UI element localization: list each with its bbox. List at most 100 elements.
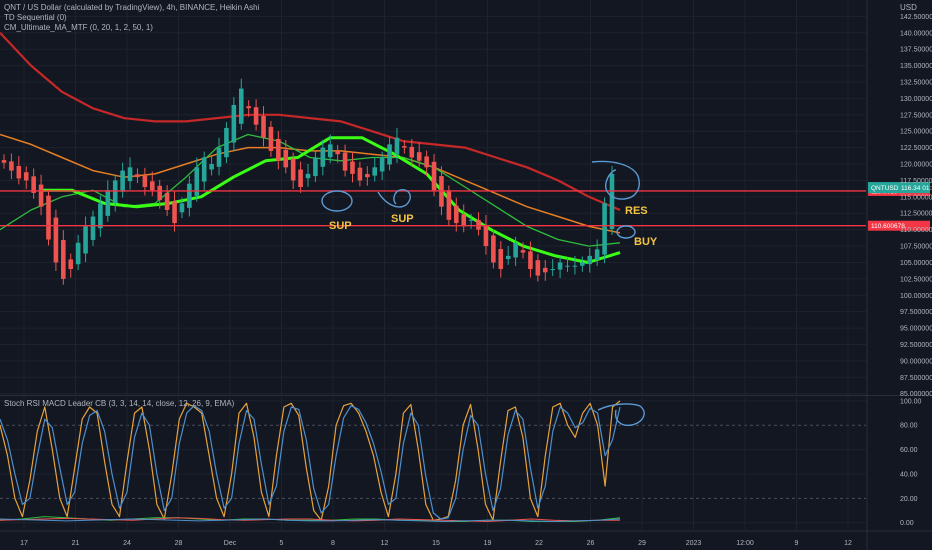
candle-body bbox=[587, 255, 593, 265]
candle-body bbox=[416, 152, 422, 161]
osc-circle[interactable] bbox=[597, 403, 645, 427]
price-tick-label: 112.500000 bbox=[900, 211, 932, 218]
candle-body bbox=[53, 217, 59, 263]
candle-body bbox=[461, 214, 467, 227]
candle-body bbox=[557, 262, 563, 270]
sup-circle-1[interactable] bbox=[321, 190, 353, 212]
price-tick-label: 90.000000 bbox=[900, 358, 932, 365]
candle-body bbox=[335, 150, 340, 155]
last-price-value: 116.34 01:34:54 bbox=[901, 185, 932, 192]
buy-circle[interactable] bbox=[616, 225, 636, 239]
price-tick-label: 87.500000 bbox=[900, 375, 932, 382]
indicator-td-sequential[interactable]: TD Sequential (0) bbox=[4, 13, 67, 22]
candle-body bbox=[149, 181, 155, 191]
candle-body bbox=[528, 251, 533, 270]
candle-body bbox=[216, 147, 222, 167]
candle-body bbox=[16, 166, 22, 179]
osc-tick-label: 80.00 bbox=[900, 423, 918, 430]
price-tick-label: 127.500000 bbox=[900, 112, 932, 119]
candle-body bbox=[446, 191, 452, 220]
candle-body bbox=[409, 146, 415, 158]
price-tick-label: 122.500000 bbox=[900, 145, 932, 152]
candle-body bbox=[276, 138, 281, 161]
time-tick-label: 15 bbox=[432, 540, 440, 547]
candle-body bbox=[498, 248, 504, 270]
time-tick-label: 28 bbox=[175, 540, 183, 547]
candle-body bbox=[327, 144, 333, 158]
oscillator-line bbox=[0, 405, 621, 520]
candle-body bbox=[379, 157, 385, 172]
candle-body bbox=[365, 174, 370, 178]
candles bbox=[1, 78, 615, 285]
candle-body bbox=[290, 158, 296, 181]
candle-body bbox=[572, 265, 578, 267]
candle-body bbox=[142, 175, 148, 188]
candle-body bbox=[61, 240, 66, 279]
osc-tick-label: 40.00 bbox=[900, 471, 918, 478]
candle-body bbox=[602, 203, 607, 255]
price-tick-label: 117.500000 bbox=[900, 178, 932, 185]
osc-tick-label: 60.00 bbox=[900, 447, 918, 454]
time-tick-label: 9 bbox=[795, 540, 799, 547]
time-tick-label: 21 bbox=[72, 540, 80, 547]
osc-tick-label: 0.00 bbox=[900, 520, 914, 527]
osc-tick-label: 100.00 bbox=[900, 398, 922, 405]
candle-body bbox=[350, 161, 355, 174]
price-tick-label: 85.000000 bbox=[900, 391, 932, 398]
price-tick-label: 92.500000 bbox=[900, 342, 932, 349]
candle-body bbox=[320, 147, 326, 167]
candle-body bbox=[83, 226, 88, 254]
sup-hook-2[interactable] bbox=[377, 189, 411, 208]
candle-body bbox=[565, 265, 570, 267]
candle-body bbox=[238, 88, 244, 124]
candle-body bbox=[164, 192, 170, 210]
time-tick-label: Dec bbox=[224, 540, 237, 547]
candle-body bbox=[483, 224, 489, 247]
candle-body bbox=[609, 173, 615, 230]
candle-body bbox=[520, 250, 526, 253]
candle-body bbox=[157, 185, 163, 201]
candle-body bbox=[476, 220, 481, 230]
indicator-stoch-rsi-macd[interactable]: Stoch RSI MACD Leader CB (3, 3, 14, 14, … bbox=[4, 399, 234, 408]
candle-body bbox=[491, 235, 496, 263]
candle-body bbox=[594, 249, 600, 261]
candle-body bbox=[424, 156, 429, 168]
candle-body bbox=[253, 107, 259, 125]
price-axis[interactable]: 142.500000 140.000000 137.500000 135.000000… bbox=[900, 14, 932, 527]
price-tick-label: 97.500000 bbox=[900, 309, 932, 316]
candle-body bbox=[431, 161, 437, 191]
candle-body bbox=[105, 190, 111, 216]
price-tick-label: 142.500000 bbox=[900, 14, 932, 21]
candle-body bbox=[98, 203, 103, 229]
candle-body bbox=[231, 104, 237, 143]
candle-body bbox=[505, 255, 511, 259]
candle-body bbox=[246, 106, 251, 109]
indicator-cm-ultimate-ma[interactable]: CM_Ultimate_MA_MTF (0, 20, 1, 2, 50, 1) bbox=[4, 23, 153, 32]
candle-body bbox=[68, 259, 74, 270]
time-tick-label: 12 bbox=[844, 540, 852, 547]
price-tick-label: 135.000000 bbox=[900, 63, 932, 70]
candle-body bbox=[23, 172, 29, 181]
candle-body bbox=[224, 127, 229, 158]
candle-body bbox=[179, 203, 185, 213]
candle-body bbox=[38, 184, 44, 207]
drawings[interactable]: SUP SUP RES BUY bbox=[321, 160, 658, 427]
time-tick-label: 8 bbox=[331, 540, 335, 547]
chart-title: QNT / US Dollar (calculated by TradingVi… bbox=[4, 3, 260, 12]
candle-body bbox=[342, 152, 348, 171]
price-tick-label: 110.000000 bbox=[900, 227, 932, 234]
candle-body bbox=[535, 260, 541, 276]
time-tick-label: 2023 bbox=[686, 540, 702, 547]
price-tick-label: 95.000000 bbox=[900, 326, 932, 333]
time-axis[interactable]: 17 21 24 28 Dec 5 8 12 15 19 22 26 29 2023 12:00 9 12 bbox=[20, 540, 852, 547]
price-tick-label: 130.000000 bbox=[900, 96, 932, 103]
candle-body bbox=[513, 242, 518, 258]
candle-body bbox=[453, 205, 459, 224]
time-tick-label: 5 bbox=[280, 540, 284, 547]
price-tick-label: 107.500000 bbox=[900, 244, 932, 251]
chart-canvas[interactable]: 115.901944110.600678QNTUSD116.34 01:34:5… bbox=[0, 0, 932, 550]
candle-body bbox=[542, 267, 548, 273]
candle-body bbox=[580, 262, 585, 266]
candle-body bbox=[550, 269, 555, 271]
price-tick-label: 105.000000 bbox=[900, 260, 932, 267]
